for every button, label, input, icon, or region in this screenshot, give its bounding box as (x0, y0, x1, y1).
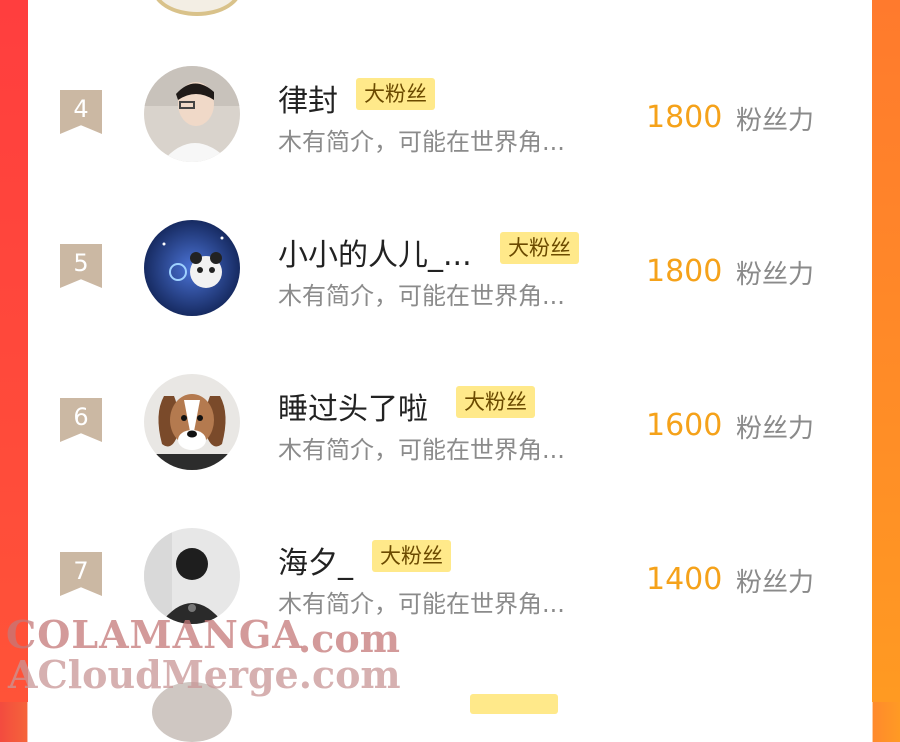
avatar[interactable] (144, 220, 240, 316)
dog-avatar-icon (144, 374, 240, 470)
fan-level-badge: 大粉丝 (356, 78, 435, 110)
user-bio: 木有简介，可能在世界角... (278, 436, 565, 464)
user-name[interactable]: 小小的人儿_... (278, 230, 472, 274)
panda-avatar-icon (144, 220, 240, 316)
rank-badge: 4 (60, 90, 102, 134)
fan-power-value: 1800 (646, 100, 723, 135)
right-gradient-border (872, 0, 900, 702)
fan-power-unit: 粉丝力 (736, 414, 815, 444)
rank-badge: 5 (60, 244, 102, 288)
fan-level-badge-partial (470, 694, 558, 714)
fan-power-unit: 粉丝力 (736, 568, 815, 598)
user-bio: 木有简介，可能在世界角... (278, 128, 565, 156)
avatar[interactable] (144, 374, 240, 470)
avatar[interactable] (144, 66, 240, 162)
person-silhouette-avatar-icon (144, 528, 240, 624)
user-bio: 木有简介，可能在世界角... (278, 282, 565, 310)
list-item-rank-6[interactable]: 6 睡过头了啦 大粉丝 木有简介，可能在世界角... 1600 粉丝力 (28, 374, 872, 494)
watermark-acloudmerge: ACloudMerge.com (8, 652, 401, 697)
user-name[interactable]: 律封 (278, 76, 338, 120)
avatar[interactable] (144, 528, 240, 624)
fan-power-unit: 粉丝力 (736, 106, 815, 136)
watermark-colamanga: COLAMANGA (6, 612, 303, 657)
fan-power-value: 1800 (646, 254, 723, 289)
list-item-rank-4[interactable]: 4 律封 大粉丝 木有简介，可能在世界角... 1800 粉丝力 (28, 66, 872, 186)
rank-badge: 6 (60, 398, 102, 442)
fan-power-value: 1600 (646, 408, 723, 443)
user-bio: 木有简介，可能在世界角... (278, 590, 565, 618)
fan-power-value: 1400 (646, 562, 723, 597)
user-name[interactable]: 睡过头了啦 (278, 384, 428, 428)
left-gradient-border (0, 0, 28, 702)
fan-level-badge: 大粉丝 (456, 386, 535, 418)
fan-power-unit: 粉丝力 (736, 260, 815, 290)
rank-badge: 7 (60, 552, 102, 596)
avatar-photo-icon (144, 66, 240, 162)
list-item-rank-5[interactable]: 5 小小的人儿_... 大粉丝 木有简介，可能在世界角... 1800 粉丝力 (28, 220, 872, 340)
user-name[interactable]: 海夕_ (278, 538, 353, 582)
fan-level-badge: 大粉丝 (372, 540, 451, 572)
fan-level-badge: 大粉丝 (500, 232, 579, 264)
